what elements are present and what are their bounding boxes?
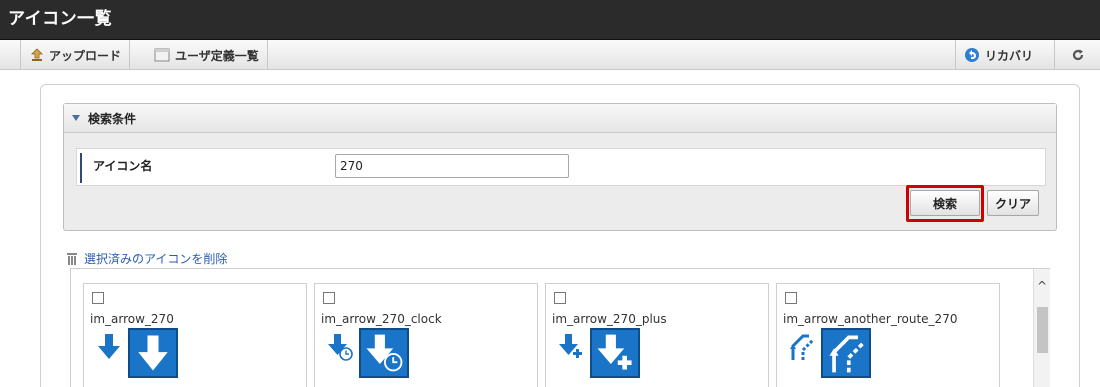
arrow-another-route-small-icon: [790, 334, 815, 360]
arrow-down-plus-small-icon: [559, 334, 582, 358]
arrow-down-clock-small-icon: [328, 334, 353, 361]
upload-label: アップロード: [49, 48, 122, 63]
icon-name-label: アイコン名: [93, 159, 153, 173]
user-definition-list-label: ユーザ定義一覧: [175, 48, 259, 63]
icon-card: im_arrow_270_plus: [545, 283, 769, 387]
delete-selected-link[interactable]: 選択済みのアイコンを削除: [66, 250, 227, 267]
upload-button[interactable]: アップロード: [22, 40, 131, 70]
arrow-down-clock-large-icon: [359, 328, 409, 378]
icon-name: im_arrow_another_route_270: [783, 312, 958, 326]
toolbar-divider: [20, 40, 21, 70]
arrow-down-small-icon: [98, 334, 120, 359]
user-definition-list-button[interactable]: ユーザ定義一覧: [146, 40, 268, 70]
search-conditions-header[interactable]: 検索条件: [64, 104, 1056, 133]
icon-name: im_arrow_270_clock: [321, 312, 442, 326]
recover-button[interactable]: リカバリ: [955, 40, 1041, 70]
icon-name: im_arrow_270_plus: [552, 312, 667, 326]
window-title: アイコン一覧: [8, 9, 113, 29]
scroll-up-icon[interactable]: ^: [1037, 279, 1047, 293]
icon-checkbox[interactable]: [785, 292, 797, 304]
title-bar: アイコン一覧: [0, 0, 1100, 40]
arrow-down-large-icon: [128, 328, 178, 378]
search-button[interactable]: 検索: [910, 190, 980, 216]
icon-name-input[interactable]: [335, 154, 569, 178]
icon-card: im_arrow_270_clock: [314, 283, 538, 387]
icon-checkbox[interactable]: [554, 292, 566, 304]
icon-list-scrollbar[interactable]: ^: [1033, 269, 1050, 387]
search-conditions-title: 検索条件: [88, 111, 137, 126]
row-accent-bar: [80, 153, 82, 183]
reload-icon: [1072, 49, 1083, 61]
arrow-down-plus-large-icon: [590, 328, 640, 378]
icon-card: im_arrow_another_route_270: [776, 283, 1000, 387]
recover-label: リカバリ: [985, 48, 1034, 63]
upload-icon: [31, 48, 43, 61]
icon-checkbox[interactable]: [323, 292, 335, 304]
arrow-another-route-large-icon: [821, 328, 871, 378]
reload-button[interactable]: [1054, 40, 1100, 70]
trash-icon: [66, 252, 78, 265]
icon-name: im_arrow_270: [90, 312, 174, 326]
scroll-thumb[interactable]: [1037, 307, 1048, 353]
undo-icon: [965, 48, 979, 62]
icon-card: im_arrow_270: [83, 283, 307, 387]
icon-checkbox[interactable]: [92, 292, 104, 304]
clear-button[interactable]: クリア: [987, 190, 1039, 216]
toolbar: アップロード ユーザ定義一覧 リカバリ: [0, 40, 1100, 70]
icon-name-row: アイコン名: [76, 148, 1046, 186]
icon-list: im_arrow_270 im_arrow_270_clock im_arrow…: [70, 268, 1050, 387]
list-icon: [154, 48, 170, 62]
delete-selected-label: 選択済みのアイコンを削除: [84, 252, 228, 266]
collapse-caret-icon: [72, 115, 80, 121]
